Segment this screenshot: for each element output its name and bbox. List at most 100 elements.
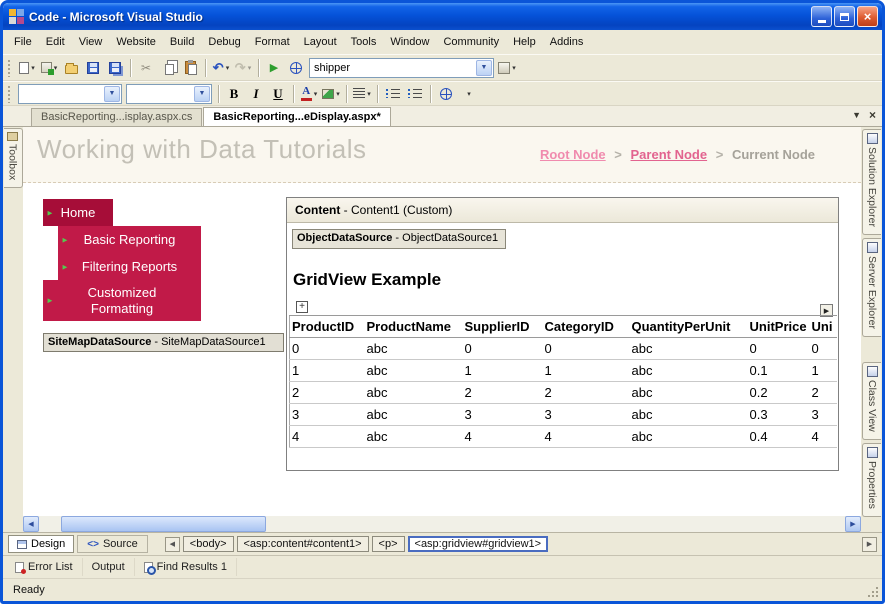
highlight-button[interactable]: ▾ — [320, 83, 342, 105]
object-combo[interactable]: shipper ▼ — [309, 57, 494, 78]
tag-asp-content[interactable]: <asp:content#content1> — [236, 536, 369, 552]
scroll-left-button[interactable]: ◀ — [23, 516, 39, 532]
sitemapdatasource-control[interactable]: SiteMapDataSource - SiteMapDataSource1 — [43, 333, 284, 352]
design-surface[interactable]: Working with Data Tutorials Root Node > … — [23, 127, 861, 532]
nav-item-basic-reporting[interactable]: ► Basic Reporting — [58, 226, 201, 253]
start-debug-button[interactable]: ▶ — [263, 57, 285, 79]
scroll-right-button[interactable]: ▶ — [845, 516, 861, 532]
browse-button[interactable] — [285, 57, 307, 79]
grid-header-row: ProductID ProductName SupplierID Categor… — [289, 315, 837, 338]
site-title: Working with Data Tutorials — [37, 134, 367, 164]
combo-dropdown-icon[interactable]: ▼ — [194, 85, 210, 102]
close-button[interactable]: × — [857, 6, 878, 27]
site-nav-menu: ► Home ► Basic Reporting ► Filtering Rep… — [43, 199, 201, 321]
bullet-list-button[interactable] — [404, 83, 426, 105]
open-file-button[interactable] — [60, 57, 82, 79]
menu-addins[interactable]: Addins — [543, 32, 591, 52]
class-view-tab[interactable]: Class View — [862, 361, 881, 440]
tag-asp-gridview-selected[interactable]: <asp:gridview#gridview1> — [407, 536, 549, 552]
objectdatasource-control[interactable]: ObjectDataSource - ObjectDataSource1 — [292, 229, 506, 249]
doc-tab-aspx-active[interactable]: BasicReporting...eDisplay.aspx* — [203, 107, 391, 126]
underline-button[interactable]: U — [267, 83, 289, 105]
breadcrumb-root-link[interactable]: Root Node — [540, 147, 606, 162]
doc-tab-codebehind[interactable]: BasicReporting...isplay.aspx.cs — [31, 108, 203, 126]
tag-scroll-right-button[interactable]: ▶ — [862, 536, 877, 552]
toolbar-options-button[interactable]: ▾ — [457, 83, 479, 105]
dropdown-icon[interactable]: ▾ — [512, 64, 516, 72]
numbered-list-button[interactable] — [382, 83, 404, 105]
design-view-tab[interactable]: Design — [8, 535, 75, 553]
menu-format[interactable]: Format — [248, 32, 297, 52]
paste-button[interactable] — [179, 57, 201, 79]
nav-item-filtering-reports[interactable]: ► Filtering Reports — [58, 253, 201, 280]
menu-view[interactable]: View — [72, 32, 110, 52]
properties-tab[interactable]: Properties — [862, 442, 881, 517]
dropdown-icon[interactable]: ▾ — [467, 90, 471, 98]
dropdown-icon[interactable]: ▾ — [367, 90, 371, 98]
font-size-combo[interactable]: ▼ — [126, 83, 212, 104]
content-placeholder-panel[interactable]: Content - Content1 (Custom) ObjectDataSo… — [286, 197, 839, 471]
scrollbar-thumb[interactable] — [61, 516, 266, 532]
redo-button[interactable]: ↷ ▾ — [232, 57, 254, 79]
save-all-button[interactable] — [104, 57, 126, 79]
resize-grip[interactable] — [867, 586, 879, 598]
dropdown-icon[interactable]: ▾ — [226, 64, 230, 72]
nav-item-home[interactable]: ► Home — [43, 199, 113, 226]
toolbox-tab[interactable]: Toolbox — [3, 128, 23, 189]
tag-scroll-left-button[interactable]: ◀ — [164, 536, 180, 552]
combo-dropdown-icon[interactable]: ▼ — [476, 59, 492, 76]
menu-website[interactable]: Website — [109, 32, 163, 52]
tag-body[interactable]: <body> — [182, 536, 234, 552]
breadcrumb-parent-link[interactable]: Parent Node — [631, 147, 708, 162]
error-list-tab[interactable]: Error List — [6, 558, 83, 576]
menu-window[interactable]: Window — [383, 32, 436, 52]
bold-button[interactable]: B — [223, 83, 245, 105]
maximize-button[interactable] — [834, 6, 855, 27]
italic-button[interactable]: I — [245, 83, 267, 105]
dropdown-icon[interactable]: ▾ — [54, 64, 58, 72]
hyperlink-button[interactable] — [435, 83, 457, 105]
gridview-control[interactable]: ProductID ProductName SupplierID Categor… — [289, 315, 837, 456]
font-color-button[interactable]: A ▾ — [298, 83, 320, 105]
cut-button[interactable]: ✂ — [135, 57, 157, 79]
undo-button[interactable]: ↶ ▾ — [210, 57, 232, 79]
titlebar[interactable]: Code - Microsoft Visual Studio × — [3, 3, 882, 30]
menu-help[interactable]: Help — [506, 32, 543, 52]
save-button[interactable] — [82, 57, 104, 79]
menu-debug[interactable]: Debug — [201, 32, 247, 52]
content-panel-header[interactable]: Content - Content1 (Custom) — [287, 198, 838, 223]
toolbar-grip[interactable] — [7, 58, 12, 77]
tab-close-icon[interactable]: × — [869, 109, 876, 121]
toolbar-grip[interactable] — [7, 84, 12, 103]
source-view-tab[interactable]: <> Source — [77, 535, 148, 553]
find-results-tab[interactable]: Find Results 1 — [135, 558, 237, 576]
nav-item-customized-formatting[interactable]: ► Customized Formatting — [43, 280, 201, 321]
new-file-button[interactable]: ▾ — [16, 57, 38, 79]
align-button[interactable]: ▾ — [351, 83, 373, 105]
solution-explorer-tab[interactable]: Solution Explorer — [862, 129, 881, 235]
copy-button[interactable] — [157, 57, 179, 79]
server-explorer-tab[interactable]: Server Explorer — [862, 237, 881, 337]
dropdown-icon[interactable]: ▾ — [248, 64, 252, 72]
menu-tools[interactable]: Tools — [344, 32, 384, 52]
menu-file[interactable]: File — [7, 32, 39, 52]
menu-layout[interactable]: Layout — [297, 32, 344, 52]
add-item-button[interactable]: ▾ — [38, 57, 60, 79]
menu-edit[interactable]: Edit — [39, 32, 72, 52]
menu-build[interactable]: Build — [163, 32, 201, 52]
output-tab[interactable]: Output — [83, 558, 135, 576]
minimize-button[interactable] — [811, 6, 832, 27]
dropdown-icon[interactable]: ▾ — [314, 90, 318, 98]
tag-p[interactable]: <p> — [371, 536, 405, 552]
dropdown-icon[interactable]: ▾ — [31, 64, 35, 72]
tab-list-dropdown-icon[interactable]: ▼ — [852, 110, 861, 120]
menu-expand-icon: ► — [46, 208, 54, 217]
dropdown-icon[interactable]: ▾ — [336, 90, 340, 98]
gridview-select-glyph[interactable]: + — [296, 301, 308, 313]
font-name-combo[interactable]: ▼ — [18, 83, 122, 104]
horizontal-scrollbar[interactable]: ◀ ▶ — [23, 516, 861, 532]
combo-dropdown-icon[interactable]: ▼ — [104, 85, 120, 102]
menu-community[interactable]: Community — [436, 32, 506, 52]
extra-tool-button[interactable]: ▾ — [496, 57, 518, 79]
globe-icon — [290, 61, 302, 74]
